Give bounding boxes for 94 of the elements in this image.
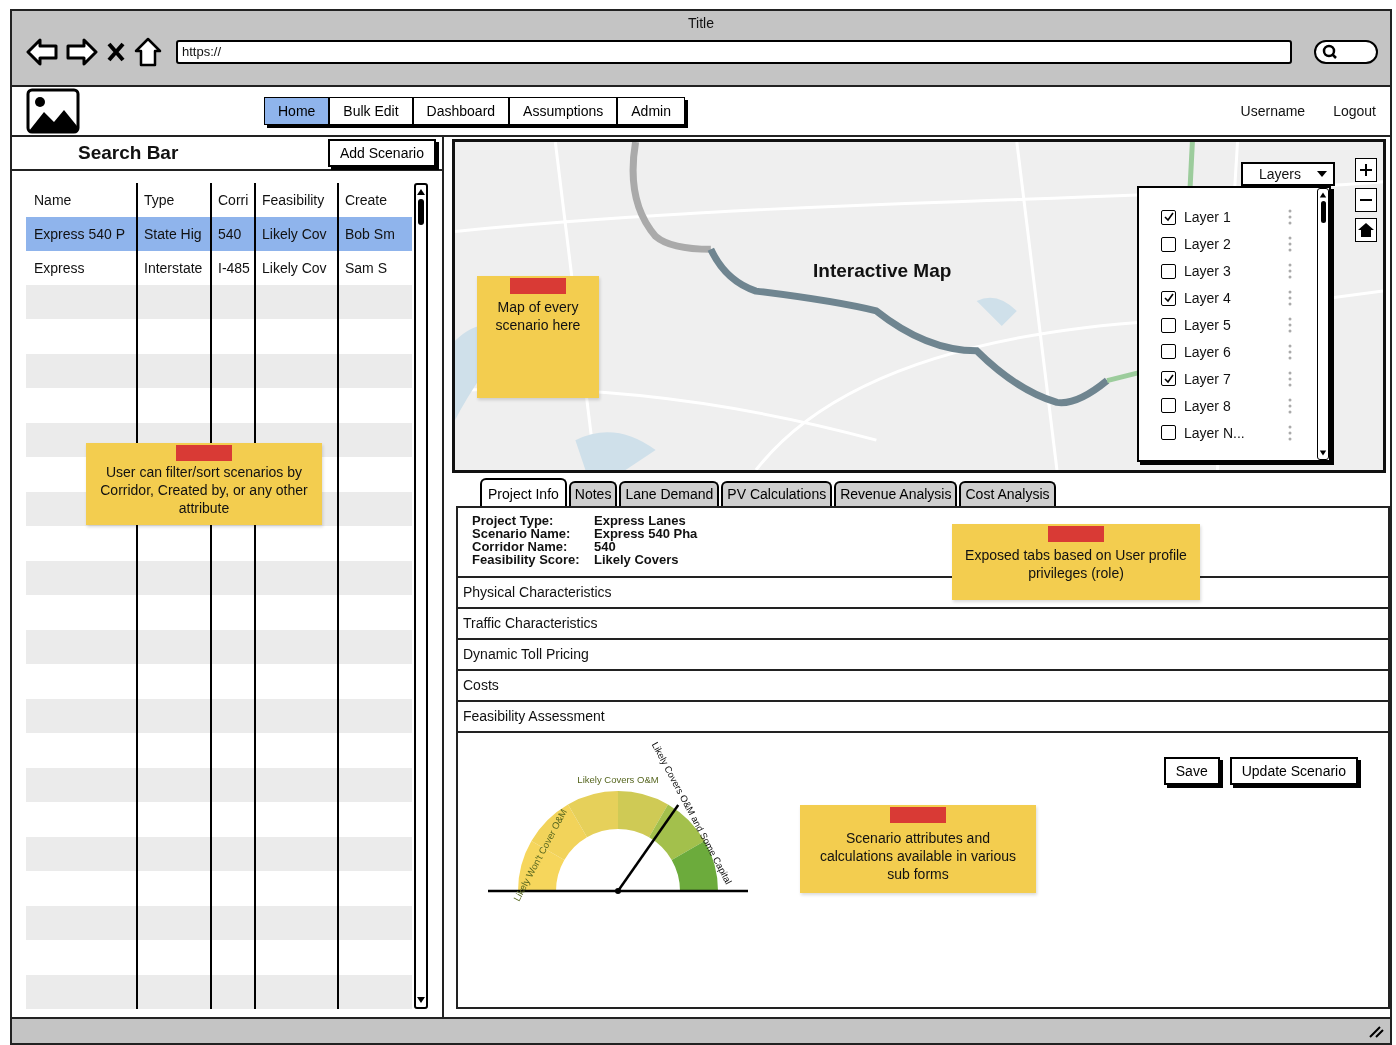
resize-grip-icon[interactable] (1368, 1024, 1384, 1038)
tab[interactable]: Revenue Analysis (834, 481, 958, 506)
scroll-thumb[interactable] (418, 198, 424, 225)
layer-label: Layer 6 (1184, 343, 1232, 360)
scroll-thumb[interactable] (1320, 201, 1326, 223)
table-row[interactable]: Express Interstate I-485 Likely Cov Sam S (26, 250, 412, 285)
scrollbar[interactable] (414, 182, 428, 1009)
map-title: Interactive Map (813, 260, 952, 282)
image-icon (26, 88, 80, 134)
accordion-section[interactable]: Dynamic Toll Pricing (458, 640, 1388, 671)
field-value: Express 540 Pha (594, 527, 698, 540)
table-cell-text: State Hig (143, 225, 203, 242)
sticky-note: Exposed tabs based on User profile privileges (role) (952, 524, 1200, 600)
layer-label: Layer 3 (1184, 263, 1232, 280)
tab[interactable]: Project Info (480, 478, 567, 506)
gauge-label: Likely Covers O&M (577, 773, 659, 785)
accordion-section[interactable]: Costs (458, 671, 1388, 702)
zoom-in-button[interactable] (1355, 158, 1377, 182)
field-label: Project Type: (472, 514, 555, 527)
layers-dropdown[interactable]: Layers (1241, 162, 1335, 186)
table-cell-text: Express (33, 259, 86, 276)
url-field[interactable]: https:// (176, 40, 1292, 64)
search-icon (1322, 44, 1338, 60)
back-icon[interactable] (26, 38, 58, 66)
column-header[interactable]: Feasibility (254, 191, 337, 208)
table-cell-text: Likely Cov (261, 259, 328, 276)
layer-label: Layer 2 (1184, 236, 1232, 253)
table-cell-text: Likely Cov (261, 225, 328, 242)
logout-link[interactable]: Logout (1333, 103, 1376, 119)
layer-checkbox[interactable] (1161, 398, 1176, 414)
field-value: Express Lanes (594, 514, 686, 527)
table-cell-text: 540 (217, 225, 243, 242)
nav-tab[interactable]: Bulk Edit (329, 97, 413, 125)
tab[interactable]: Cost Analysis (959, 481, 1056, 506)
layer-checkbox[interactable] (1161, 236, 1176, 252)
scrollbar[interactable] (1317, 188, 1329, 460)
scroll-down-icon[interactable] (1318, 449, 1328, 457)
layer-label: Layer N... (1184, 424, 1246, 441)
layer-checkbox[interactable] (1161, 263, 1176, 279)
nav-tab[interactable]: Home (264, 97, 330, 125)
column-header[interactable]: Name (26, 191, 136, 208)
search-field[interactable] (1314, 40, 1378, 64)
sticky-note: Map of every scenario here (477, 276, 599, 398)
layer-label: Layer 7 (1184, 370, 1232, 387)
table-row[interactable]: Express 540 P State Hig 540 Likely Cov Bob Sm (26, 216, 412, 251)
layer-label: Layer 4 (1184, 290, 1232, 307)
field-label: Feasibility Score: (472, 553, 581, 566)
field-label: Corridor Name: (472, 540, 569, 553)
layer-checkbox[interactable] (1161, 209, 1176, 225)
caret-icon (1317, 171, 1327, 177)
field-value: 540 (594, 540, 616, 553)
layer-label: Layer 1 (1184, 209, 1232, 226)
close-icon[interactable] (106, 41, 126, 63)
add-scenario-button[interactable]: Add Scenario (327, 138, 436, 167)
nav-tab[interactable]: Admin (617, 97, 685, 125)
nav-tab[interactable]: Dashboard (412, 97, 510, 125)
sticky-note: User can filter/sort scenarios by Corridor, Created by, or any other attribute (86, 442, 322, 525)
sticky-note: Scenario attributes and calculations available in various sub forms (800, 805, 1036, 893)
column-header[interactable]: Type (136, 191, 210, 208)
column-header[interactable]: Corri (210, 191, 254, 208)
table-cell-text: Sam S (344, 259, 388, 276)
form-button[interactable]: Update Scenario (1229, 757, 1358, 785)
layer-checkbox[interactable] (1161, 344, 1176, 360)
table-cell-text: Bob Sm (344, 225, 396, 242)
table-cell-text: Interstate (143, 259, 204, 276)
form-button[interactable]: Save (1163, 757, 1220, 785)
window-title: Title (687, 14, 715, 31)
tab[interactable]: PV Calculations (721, 481, 833, 506)
home-icon (1358, 223, 1374, 237)
accordion-section[interactable]: Feasibility Assessment (458, 702, 1388, 733)
layer-checkbox[interactable] (1161, 371, 1176, 387)
layer-checkbox[interactable] (1161, 425, 1176, 441)
accordion-section[interactable]: Traffic Characteristics (458, 609, 1388, 640)
field-value: Likely Covers (594, 553, 679, 566)
nav-tab[interactable]: Assumptions (509, 97, 618, 125)
zoom-out-button[interactable] (1355, 188, 1377, 212)
layer-label: Layer 8 (1184, 397, 1232, 414)
column-header[interactable]: Create (337, 191, 412, 208)
table-cell-text: Express 540 P (33, 225, 127, 242)
home-button[interactable] (1355, 218, 1377, 242)
field-label: Scenario Name: (472, 527, 572, 540)
tab[interactable]: Lane Demand (619, 481, 720, 506)
search-bar-label: Search Bar (78, 141, 179, 164)
home-icon[interactable] (134, 37, 162, 67)
layer-checkbox[interactable] (1161, 317, 1176, 333)
layer-label: Layer 5 (1184, 317, 1232, 333)
layer-checkbox[interactable] (1161, 290, 1176, 306)
forward-icon[interactable] (66, 38, 98, 66)
table-cell-text: I-485 (217, 259, 251, 276)
tab[interactable]: Notes (568, 481, 618, 506)
scroll-down-icon[interactable] (415, 995, 427, 1005)
plus-icon (1359, 163, 1373, 177)
scroll-up-icon[interactable] (1318, 191, 1328, 199)
username-link[interactable]: Username (1240, 103, 1306, 119)
